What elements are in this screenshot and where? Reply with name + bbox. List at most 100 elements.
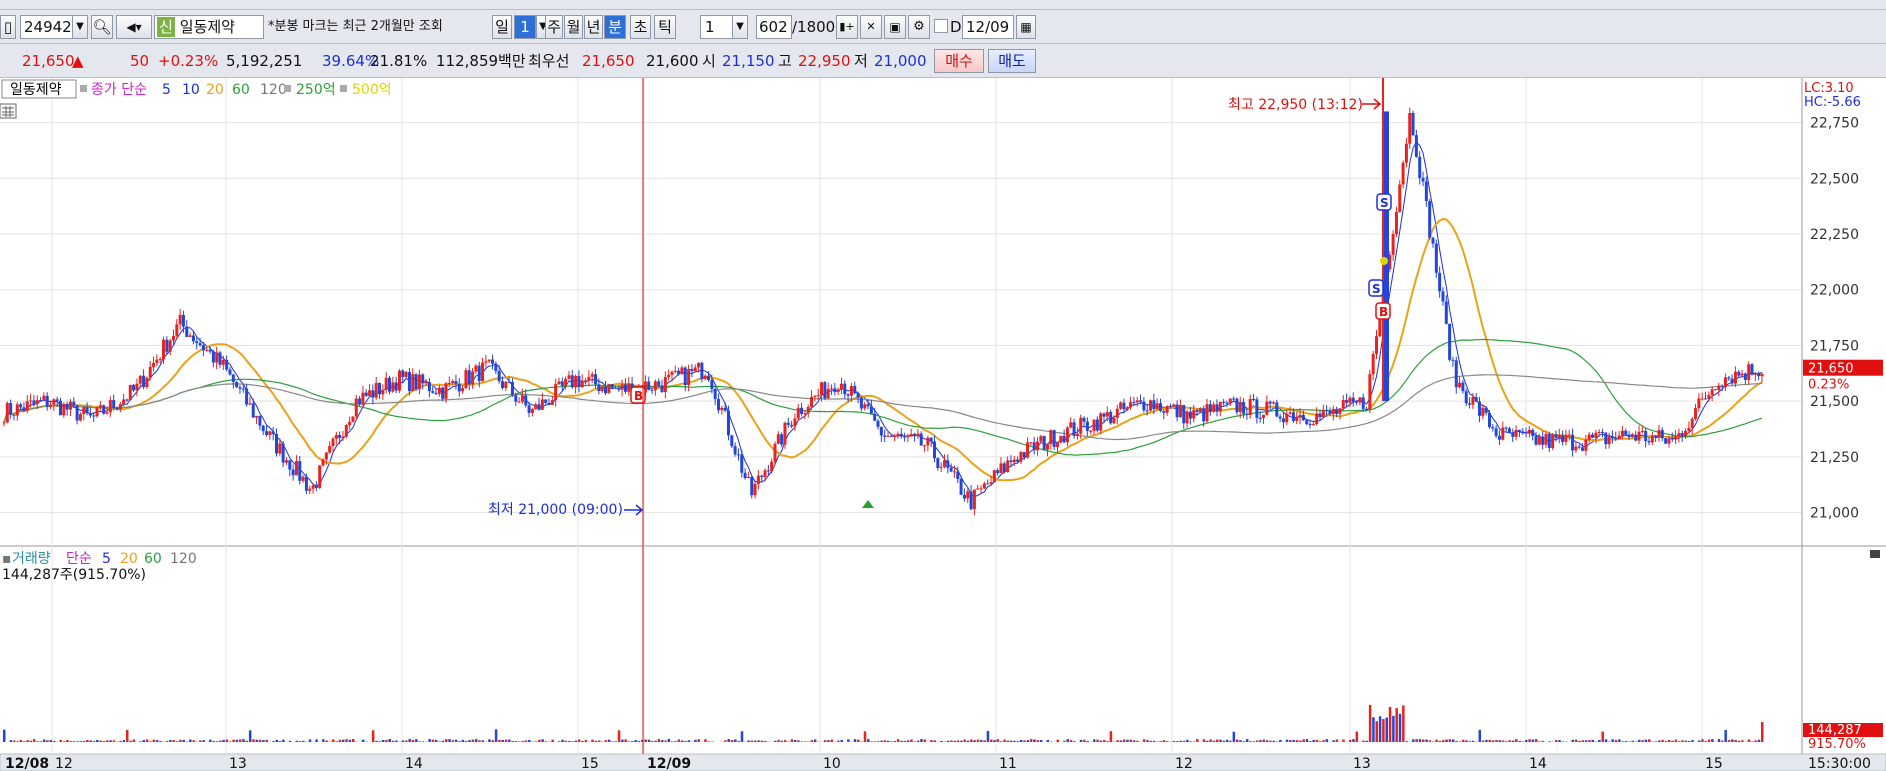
candle-body <box>1408 113 1412 144</box>
candle-body <box>447 383 451 385</box>
candle-body <box>1355 401 1359 403</box>
candle-body <box>1394 211 1398 235</box>
volume-bar <box>1571 739 1575 742</box>
top-toolbar-clipped <box>0 0 1886 10</box>
candle-body <box>1700 398 1704 400</box>
candle-body <box>1042 436 1046 450</box>
volume-bar <box>966 740 970 742</box>
volume-bar <box>1761 722 1764 742</box>
volume-legend-ma-60: 60 <box>144 551 162 567</box>
volume-bar <box>996 739 1000 742</box>
candle-body <box>494 363 498 371</box>
candle-body <box>926 437 930 446</box>
volume: 5,192,251 <box>226 52 303 70</box>
interval-value: 1 <box>705 18 715 36</box>
volume-bar <box>1206 740 1209 742</box>
period-button-0[interactable]: 일 <box>492 15 512 39</box>
candle-body <box>1521 431 1525 433</box>
candle-body <box>215 352 219 363</box>
candle-body <box>733 446 737 455</box>
volume-bar <box>139 741 142 742</box>
volume-bar <box>1029 739 1033 742</box>
candle-body <box>1135 400 1139 403</box>
period-button-2[interactable]: 주 <box>545 15 563 39</box>
calendar-icon[interactable]: ▦ <box>1016 15 1036 39</box>
volume-bar <box>202 740 205 742</box>
candle-body <box>1092 419 1096 431</box>
volume-bar <box>1129 739 1133 742</box>
search-icon[interactable]: 🔍︎ <box>91 15 113 39</box>
x-tick-label: 11 <box>999 756 1017 771</box>
volume-bar <box>847 739 850 742</box>
volume-bar <box>464 740 468 742</box>
candle-body <box>703 375 707 379</box>
volume-panel-collapse-icon[interactable] <box>1870 550 1880 558</box>
gear-icon[interactable]: ⚙ <box>908 15 930 39</box>
speaker-icon[interactable]: ◀▾ <box>116 15 152 39</box>
period-button-5[interactable]: 분 <box>604 15 626 39</box>
candle-body <box>913 434 917 436</box>
volume-bar <box>1365 740 1369 742</box>
date-value: 12/09 <box>966 18 1010 36</box>
volume-legend-ma-label: 단순 <box>66 551 92 567</box>
candle-body <box>1438 272 1442 292</box>
volume-bar <box>1378 716 1382 742</box>
candle-body <box>776 434 780 444</box>
volume-bar <box>471 739 475 742</box>
candle-body <box>29 400 33 402</box>
volume-bar <box>1249 741 1252 742</box>
period-button-7[interactable]: 틱 <box>654 15 676 39</box>
buy-button[interactable]: 매수 <box>934 49 984 73</box>
period-button-4[interactable]: 년 <box>584 15 603 39</box>
volume-bar <box>82 741 86 742</box>
candle-body <box>1288 412 1292 414</box>
volume-bar <box>1176 741 1179 742</box>
candle-body <box>165 339 169 352</box>
candle-body <box>810 396 814 407</box>
legend-square-icon-3 <box>340 85 347 92</box>
candle-body <box>1102 413 1106 417</box>
period-button-1[interactable]: 1 <box>514 15 536 39</box>
grid-toggle-icon[interactable] <box>0 103 17 119</box>
stock-name-field[interactable]: 신 일동제약 <box>154 15 264 39</box>
volume-bar <box>1508 740 1511 742</box>
count-input[interactable]: 602 <box>756 15 792 39</box>
candle-body <box>514 395 518 402</box>
candle-body <box>909 434 913 437</box>
candle-body <box>1006 460 1010 473</box>
signal-dot <box>1380 257 1388 265</box>
volume-bar <box>827 740 830 742</box>
save-icon[interactable]: ▣ <box>884 15 906 39</box>
hc-label: HC:-5.66 <box>1804 95 1861 110</box>
volume-bar <box>1146 740 1149 742</box>
period-button-3[interactable]: 월 <box>564 15 583 39</box>
candle-body <box>487 359 491 362</box>
candle-body <box>1036 441 1040 451</box>
date-checkbox[interactable] <box>934 19 948 33</box>
interval-dropdown-icon[interactable]: ▼ <box>732 15 748 39</box>
volume-bar <box>1727 740 1731 742</box>
candle-body <box>949 467 953 472</box>
volume-bar <box>175 741 179 742</box>
remove-indicator-icon[interactable]: ✕ <box>860 15 882 39</box>
period-button-6[interactable]: 초 <box>630 15 651 39</box>
candle-body <box>1142 401 1146 411</box>
volume-bar <box>1535 739 1538 742</box>
layout-icon[interactable]: ▯ <box>0 15 16 39</box>
candle-body <box>1747 364 1751 380</box>
candle-body <box>1115 408 1119 418</box>
candle-body <box>441 387 445 399</box>
price-chart[interactable]: SSBB 22,75022,50022,25022,00021,75021,50… <box>0 78 1886 771</box>
candle-body <box>580 380 584 388</box>
code-dropdown-icon[interactable]: ▼ <box>72 15 88 39</box>
volume-bar <box>52 740 56 742</box>
candle-body <box>112 400 116 408</box>
candle-body <box>434 392 438 394</box>
add-indicator-icon[interactable]: ▮+ <box>836 15 858 39</box>
candle-body <box>457 383 461 392</box>
sell-button[interactable]: 매도 <box>988 49 1036 73</box>
volume-bar <box>1681 740 1684 742</box>
current-pct-tag-text: 0.23% <box>1808 378 1849 393</box>
candle-body <box>560 381 564 387</box>
date-input[interactable]: 12/09 <box>962 15 1014 39</box>
